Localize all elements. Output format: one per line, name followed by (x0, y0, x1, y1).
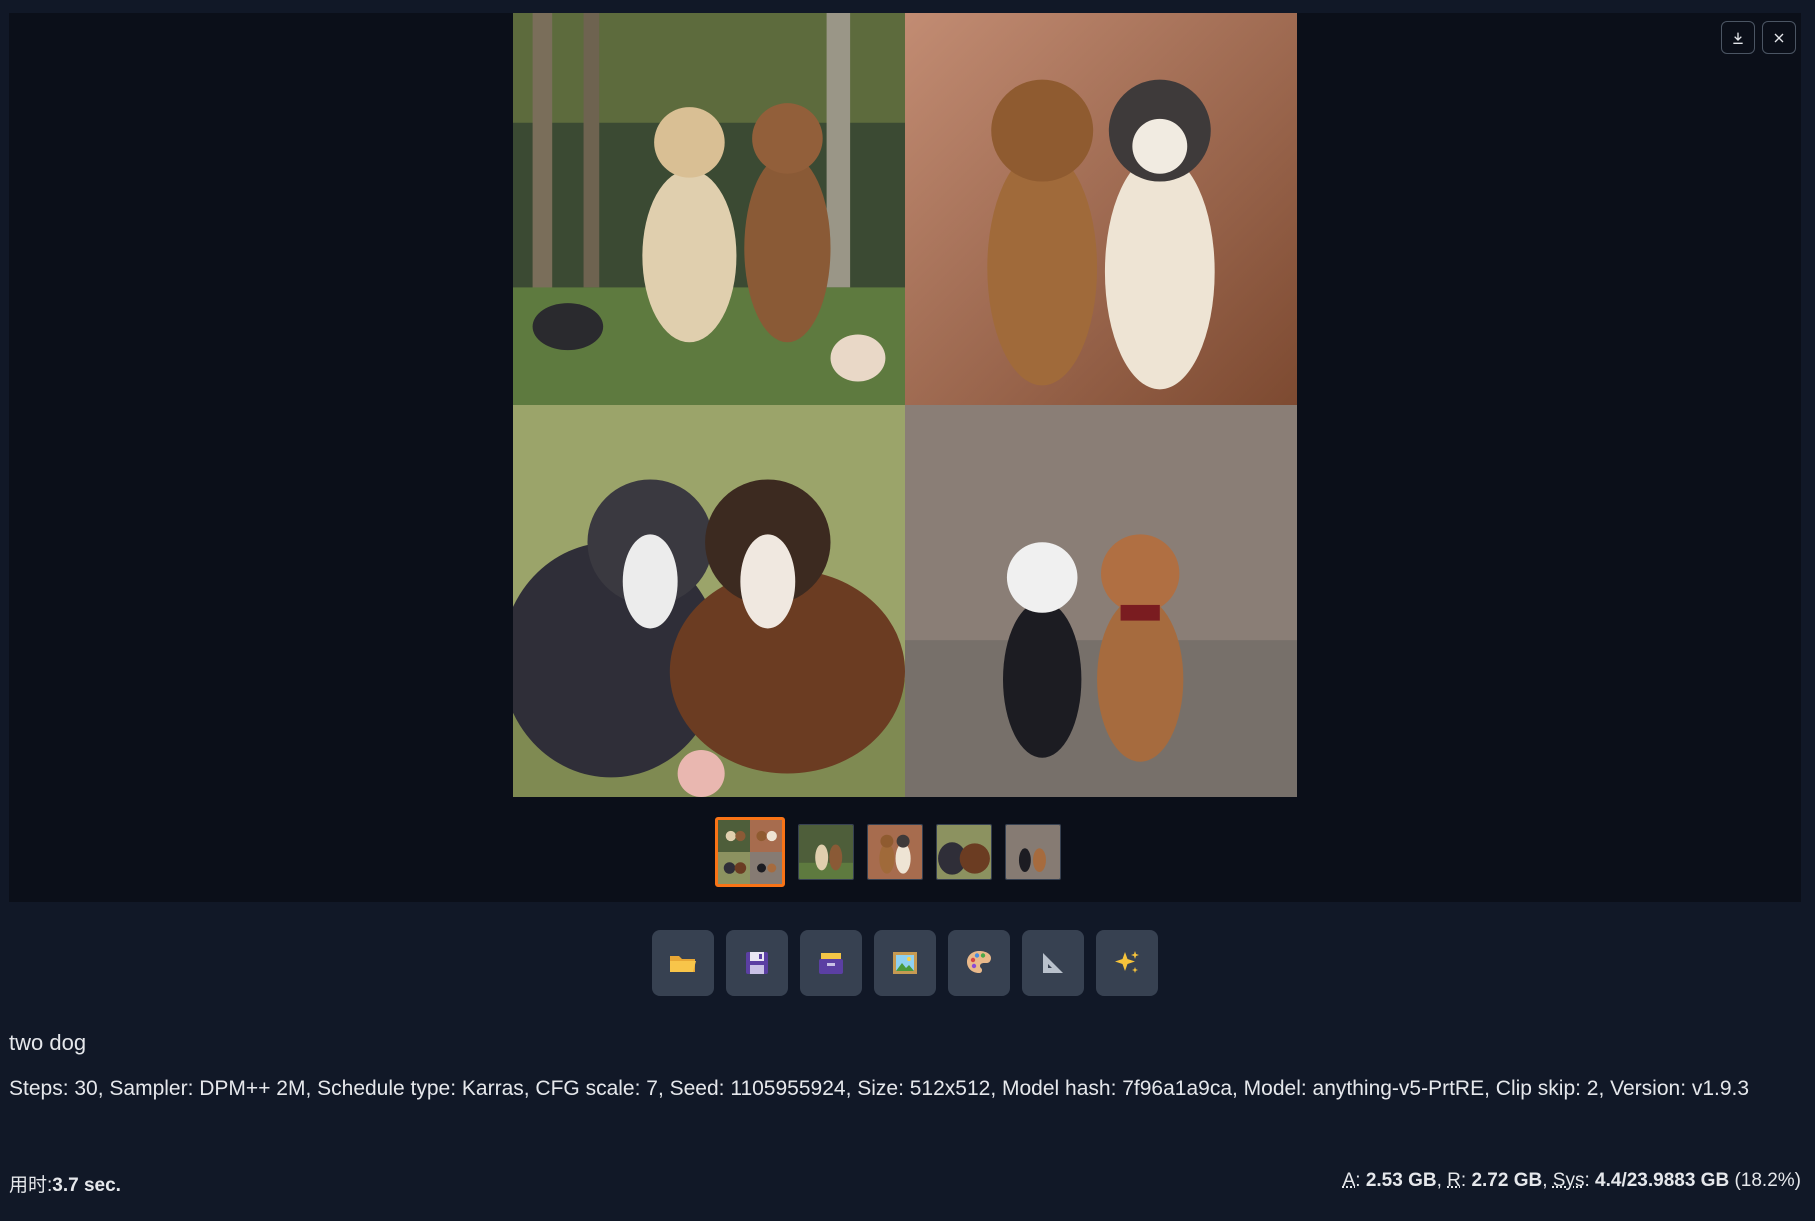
grid-image-4 (905, 405, 1297, 797)
main-image[interactable] (513, 13, 1297, 797)
thumbnail-1[interactable] (715, 817, 785, 887)
image-gallery (9, 13, 1801, 902)
time-label: 用时: (9, 1175, 53, 1196)
floppy-disk-icon (746, 952, 768, 974)
thumbnail-2[interactable] (798, 824, 854, 880)
hires-fix-button[interactable] (1096, 930, 1158, 996)
card-index-icon (819, 953, 843, 974)
generation-params: Steps: 30, Sampler: DPM++ 2M, Schedule t… (9, 1077, 1750, 1100)
close-icon (1774, 33, 1784, 42)
timing-info: 用时:3.7 sec. (9, 1170, 121, 1197)
time-value: 3.7 sec. (52, 1175, 121, 1196)
close-button[interactable] (1762, 21, 1796, 54)
palette-icon (967, 951, 991, 973)
mem-a-label: A (1342, 1170, 1356, 1191)
sparkles-icon (1115, 951, 1139, 973)
picture-icon (893, 952, 917, 974)
mem-r-value: 2.72 GB (1471, 1170, 1543, 1191)
action-toolbar (652, 930, 1158, 996)
grid-image-2 (905, 13, 1297, 405)
mem-sys-pct: (18.2%) (1734, 1170, 1801, 1191)
open-folder-button[interactable] (652, 930, 714, 996)
thumbnail-5[interactable] (1005, 824, 1061, 880)
send-to-extras-button[interactable] (1022, 930, 1084, 996)
grid-image-1 (513, 13, 905, 405)
thumbnail-strip (715, 817, 1061, 887)
grid-image-3 (513, 405, 905, 797)
mem-r-label: R (1447, 1170, 1461, 1191)
prompt-text: two dog (9, 1030, 87, 1055)
download-icon (1733, 32, 1743, 44)
download-button[interactable] (1721, 21, 1755, 54)
send-to-inpaint-button[interactable] (948, 930, 1010, 996)
thumbnail-3[interactable] (867, 824, 923, 880)
mem-sys-label: Sys (1552, 1170, 1585, 1191)
save-button[interactable] (726, 930, 788, 996)
mem-sys-value: 4.4/23.9883 GB (1595, 1170, 1730, 1191)
app-root: two dog Steps: 30, Sampler: DPM++ 2M, Sc… (0, 0, 1815, 1221)
zip-save-button[interactable] (800, 930, 862, 996)
folder-icon (670, 956, 696, 972)
memory-info: A: 2.53 GB, R: 2.72 GB, Sys: 4.4/23.9883… (1342, 1170, 1801, 1191)
thumbnail-4[interactable] (936, 824, 992, 880)
triangle-ruler-icon (1043, 953, 1063, 973)
mem-a-value: 2.53 GB (1365, 1170, 1437, 1191)
send-to-img2img-button[interactable] (874, 930, 936, 996)
